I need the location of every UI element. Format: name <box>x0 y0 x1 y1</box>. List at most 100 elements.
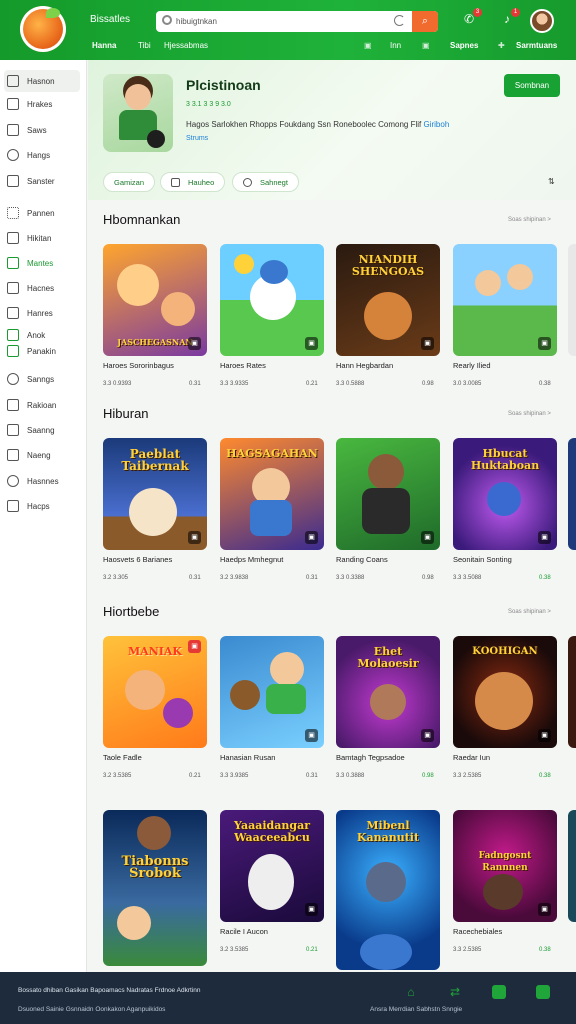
category-pill-2[interactable]: Hauheo <box>160 172 226 192</box>
heart-icon <box>7 149 19 161</box>
sidebar-item-label: Pannen <box>27 208 55 218</box>
game-name: Seonitain Sonting <box>453 555 512 564</box>
sidebar-item-15[interactable]: Saanng <box>4 419 80 441</box>
play-button[interactable]: Sombnan <box>504 74 560 97</box>
bookmark-icon[interactable]: ▣ <box>188 531 201 544</box>
category-pill-1[interactable]: Gamizan <box>103 172 156 192</box>
search-input[interactable] <box>176 14 386 29</box>
game-thumbnail[interactable]: Hbucat Huktaboan ▣ <box>453 438 557 550</box>
sidebar-item-5[interactable]: Sanster <box>4 170 80 192</box>
store-icon[interactable] <box>536 985 550 999</box>
game-thumbnail[interactable]: ▣ <box>453 244 557 356</box>
bookmark-icon[interactable]: ▣ <box>305 337 318 350</box>
game-thumbnail[interactable]: Tiabonns Srobok <box>103 810 207 966</box>
sidebar-item-10[interactable]: Hanres <box>4 302 80 324</box>
search-button[interactable]: ⌕ <box>412 11 438 32</box>
nav-item-5[interactable]: Sapnes <box>450 41 478 50</box>
game-thumbnail[interactable]: Mibenl Kananutit <box>336 810 440 970</box>
featured-game-image[interactable] <box>103 74 173 152</box>
sidebar-item-16[interactable]: Naeng <box>4 444 80 466</box>
sidebar-item-9[interactable]: Hacnes <box>4 277 80 299</box>
sidebar-item-17[interactable]: Hasnnes <box>4 470 80 492</box>
featured-link[interactable]: Strums <box>186 135 208 142</box>
sidebar-item-4[interactable]: Hangs <box>4 144 80 166</box>
refresh-icon[interactable] <box>394 15 405 26</box>
sidebar-item-3[interactable]: Saws <box>4 119 80 141</box>
grid-icon[interactable]: ▣ <box>364 41 372 50</box>
sidebar-item-13[interactable]: Sanngs <box>4 368 80 390</box>
bookmark-icon[interactable]: ▣ <box>421 729 434 742</box>
sidebar-item-6[interactable]: Pannen <box>4 202 80 224</box>
game-meta: 3.3 0.5888 <box>336 381 365 387</box>
bookmark-icon[interactable]: ▣ <box>538 903 551 916</box>
image-icon[interactable] <box>492 985 506 999</box>
nav-item-6[interactable]: Sarmtuans <box>516 41 557 50</box>
sidebar-item-18[interactable]: Hacps <box>4 495 80 517</box>
tag-icon <box>7 307 19 319</box>
sidebar-item-2[interactable]: Hrakes <box>4 93 80 115</box>
see-all-link[interactable]: Soas shipinan > <box>508 609 551 615</box>
footer-links[interactable]: Bossato dhiban Gasikan Bapoamacs Nadrata… <box>18 987 200 994</box>
nav-item-3[interactable]: Hjessabmas <box>164 41 208 50</box>
sidebar-item-label: Hikitan <box>27 233 52 243</box>
app-logo[interactable] <box>20 6 66 52</box>
description-link[interactable]: Giriboh <box>423 120 449 129</box>
game-thumbnail[interactable]: Paeblat Taibernak ▣ <box>103 438 207 550</box>
category-pill-3[interactable]: Sahnegt <box>232 172 299 192</box>
sidebar-item-label: Saws <box>27 125 47 135</box>
game-name: Racile I Aucon <box>220 927 268 936</box>
search-icon <box>162 15 172 25</box>
folder-icon[interactable]: ▣ <box>422 41 430 50</box>
bookmark-icon[interactable]: ▣ <box>188 337 201 350</box>
home-icon[interactable]: ⌂ <box>404 985 418 999</box>
game-thumbnail[interactable]: ▣ <box>220 244 324 356</box>
carousel-peek[interactable] <box>568 636 576 748</box>
footer-links-2[interactable]: Ansra Merrdian Sabhstn Snngie <box>370 1006 462 1013</box>
swap-icon[interactable]: ⇄ <box>448 985 462 999</box>
game-meta: 3.2 3.305 <box>103 575 129 581</box>
game-thumbnail[interactable]: Yaaaidangar Waaceeabcu ▣ <box>220 810 324 922</box>
game-thumbnail[interactable]: ▣ <box>336 438 440 550</box>
bookmark-icon[interactable]: ▣ <box>538 729 551 742</box>
see-all-link[interactable]: Soas shipinan > <box>508 411 551 417</box>
bookmark-icon[interactable]: ▣ <box>305 729 318 742</box>
game-count: 0.38 <box>539 381 551 387</box>
game-thumbnail[interactable]: KOOHIGAN ▣ <box>453 636 557 748</box>
game-thumbnail[interactable]: HAGSAGAHAN ▣ <box>220 438 324 550</box>
sidebar-item-12[interactable]: Panakin <box>4 344 80 358</box>
nav-item-home[interactable]: Hanna <box>92 41 116 50</box>
bookmark-icon[interactable]: ▣ <box>421 531 434 544</box>
settings-icon[interactable]: ✚ <box>498 41 505 50</box>
sort-icon[interactable]: ⇅ <box>548 177 555 186</box>
see-all-link[interactable]: Soas shipinan > <box>508 217 551 223</box>
avatar[interactable] <box>530 9 554 33</box>
sidebar-item-11[interactable]: Anok <box>4 328 80 342</box>
carousel-peek[interactable] <box>568 244 576 356</box>
nav-item-2[interactable]: Tibi <box>138 41 151 50</box>
bookmark-icon[interactable]: ▣ <box>188 640 201 653</box>
game-thumbnail[interactable]: Fadngosnt Rannnen ▣ <box>453 810 557 922</box>
bookmark-icon[interactable]: ▣ <box>538 531 551 544</box>
game-meta: 3.3 3.5088 <box>453 575 482 581</box>
game-count: 0.98 <box>422 381 434 387</box>
sidebar-item-label: Hanres <box>27 308 53 318</box>
sidebar-item-8[interactable]: Mantes <box>4 252 80 274</box>
bookmark-icon[interactable]: ▣ <box>421 337 434 350</box>
brand-name[interactable]: Bissatles <box>90 14 130 25</box>
game-thumbnail[interactable]: JASCHEGASNAN ▣ <box>103 244 207 356</box>
game-thumbnail[interactable]: ▣ <box>220 636 324 748</box>
bookmark-icon[interactable]: ▣ <box>305 903 318 916</box>
phone-icon[interactable]: ✆ 3 <box>462 8 482 26</box>
game-thumbnail[interactable]: MANIAK ▣ <box>103 636 207 748</box>
sidebar-item-14[interactable]: Rakioan <box>4 394 80 416</box>
game-thumbnail[interactable]: Ehet Molaoesir ▣ <box>336 636 440 748</box>
bookmark-icon[interactable]: ▣ <box>538 337 551 350</box>
game-thumbnail[interactable]: NIANDIH SHENGOAS ▣ <box>336 244 440 356</box>
bookmark-icon[interactable]: ▣ <box>305 531 318 544</box>
carousel-peek[interactable] <box>568 438 576 550</box>
sidebar-item-7[interactable]: Hikitan <box>4 227 80 249</box>
bell-icon[interactable]: ♪ 1 <box>500 8 520 26</box>
carousel-peek[interactable] <box>568 810 576 922</box>
sidebar-item-1[interactable]: Hasnon <box>4 70 80 92</box>
nav-item-4[interactable]: Inn <box>390 41 401 50</box>
